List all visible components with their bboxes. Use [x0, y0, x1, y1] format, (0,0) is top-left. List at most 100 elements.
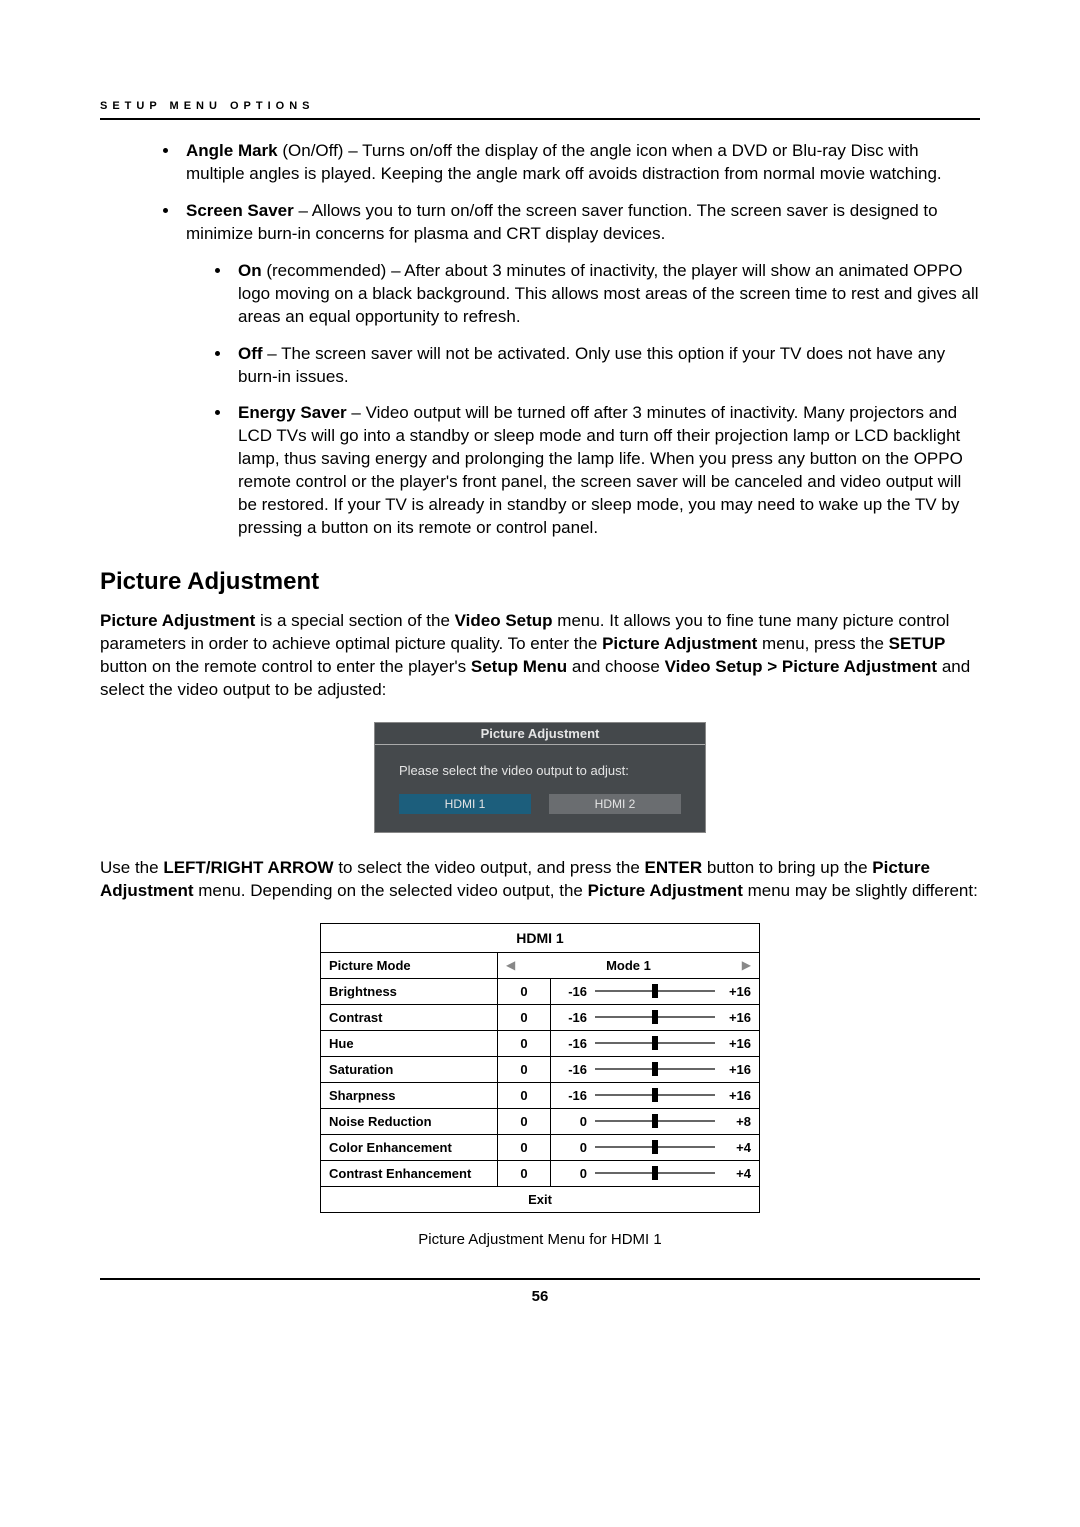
- header-rule: [100, 118, 980, 120]
- table-row-mode: Picture Mode ◀ Mode 1 ▶: [321, 952, 760, 978]
- text-part: button to bring up the: [702, 858, 872, 877]
- text-part: and choose: [567, 657, 664, 676]
- text-part: button on the remote control to enter th…: [100, 657, 471, 676]
- row-label: Contrast: [321, 1004, 498, 1030]
- slider-max: +4: [723, 1140, 751, 1155]
- text-part: is a special section of the: [255, 611, 454, 630]
- slider-min: -16: [559, 1062, 587, 1077]
- text-part: Picture Adjustment: [100, 611, 255, 630]
- slider-min: -16: [559, 984, 587, 999]
- sub-title: Off: [238, 344, 263, 363]
- text-part: SETUP: [889, 634, 946, 653]
- text-part: Picture Adjustment: [588, 881, 743, 900]
- text-part: menu. Depending on the selected video ou…: [194, 881, 588, 900]
- slider-min: -16: [559, 1010, 587, 1025]
- slider-max: +16: [723, 984, 751, 999]
- hdmi-adjustment-table: HDMI 1 Picture Mode ◀ Mode 1 ▶ Brightnes…: [320, 923, 760, 1213]
- row-label: Saturation: [321, 1056, 498, 1082]
- text-part: ENTER: [645, 858, 703, 877]
- row-label: Picture Mode: [321, 952, 498, 978]
- sub-option-off: Off – The screen saver will not be activ…: [232, 343, 980, 389]
- option-title: Screen Saver: [186, 201, 294, 220]
- text-part: menu, press the: [757, 634, 888, 653]
- intro-paragraph: Picture Adjustment is a special section …: [100, 610, 980, 702]
- table-row: Noise Reduction00+8: [321, 1108, 760, 1134]
- table-row: Sharpness0 -16 +16: [321, 1082, 760, 1108]
- sub-title: Energy Saver: [238, 403, 347, 422]
- text-part: Video Setup: [455, 611, 553, 630]
- table-row: Brightness0 -16 +16: [321, 978, 760, 1004]
- row-value: 0: [498, 978, 551, 1004]
- hdmi2-button[interactable]: HDMI 2: [549, 794, 681, 814]
- chevron-left-icon[interactable]: ◀: [506, 958, 515, 972]
- option-title: Angle Mark: [186, 141, 278, 160]
- table-row: Contrast0 -16 +16: [321, 1004, 760, 1030]
- slider-max: +16: [723, 1036, 751, 1051]
- slider-min: 0: [559, 1166, 587, 1181]
- table-row: Hue0 -16 +16: [321, 1030, 760, 1056]
- chevron-right-icon[interactable]: ▶: [742, 958, 751, 972]
- table-row: Contrast Enhancement00+4: [321, 1160, 760, 1186]
- mode-value: Mode 1: [606, 958, 651, 973]
- slider-min: 0: [559, 1114, 587, 1129]
- option-angle-mark: Angle Mark (On/Off) – Turns on/off the d…: [180, 140, 980, 186]
- sub-option-energy-saver: Energy Saver – Video output will be turn…: [232, 402, 980, 540]
- row-value: 0: [498, 1160, 551, 1186]
- sub-title: On: [238, 261, 262, 280]
- text-part: Setup Menu: [471, 657, 567, 676]
- slider[interactable]: 0 +4: [559, 1140, 751, 1155]
- exit-button[interactable]: Exit: [321, 1186, 760, 1212]
- slider-max: +16: [723, 1062, 751, 1077]
- sub-text: – Video output will be turned off after …: [238, 403, 963, 537]
- second-paragraph: Use the LEFT/RIGHT ARROW to select the v…: [100, 857, 980, 903]
- text-part: Video Setup > Picture Adjustment: [665, 657, 938, 676]
- slider[interactable]: 0 +4: [559, 1166, 751, 1181]
- table-caption: Picture Adjustment Menu for HDMI 1: [100, 1231, 980, 1248]
- slider-max: +8: [723, 1114, 751, 1129]
- page-number: 56: [100, 1288, 980, 1305]
- slider-min: -16: [559, 1036, 587, 1051]
- row-value: 0: [498, 1134, 551, 1160]
- row-label: Contrast Enhancement: [321, 1160, 498, 1186]
- row-value: 0: [498, 1004, 551, 1030]
- row-value: 0: [498, 1082, 551, 1108]
- row-value: 0: [498, 1030, 551, 1056]
- slider-min: 0: [559, 1140, 587, 1155]
- slider[interactable]: 0 +8: [559, 1114, 751, 1129]
- text-part: menu may be slightly different:: [743, 881, 978, 900]
- text-part: Use the: [100, 858, 163, 877]
- table-row: Saturation0 -16 +16: [321, 1056, 760, 1082]
- sub-sub: (recommended): [266, 261, 386, 280]
- screen-saver-sublist: On (recommended) – After about 3 minutes…: [186, 260, 980, 540]
- sub-text: – The screen saver will not be activated…: [238, 344, 945, 386]
- slider-max: +16: [723, 1010, 751, 1025]
- row-label: Color Enhancement: [321, 1134, 498, 1160]
- row-label: Brightness: [321, 978, 498, 1004]
- table-title: HDMI 1: [321, 923, 760, 952]
- slider[interactable]: -16 +16: [559, 1088, 751, 1103]
- row-label: Hue: [321, 1030, 498, 1056]
- hdmi1-button[interactable]: HDMI 1: [399, 794, 531, 814]
- footer-rule: [100, 1278, 980, 1280]
- slider-min: -16: [559, 1088, 587, 1103]
- slider[interactable]: -16 +16: [559, 1062, 751, 1077]
- option-sub: (On/Off): [282, 141, 343, 160]
- section-heading: Picture Adjustment: [100, 568, 980, 596]
- row-value: 0: [498, 1108, 551, 1134]
- table-row: Color Enhancement00+4: [321, 1134, 760, 1160]
- text-part: to select the video output, and press th…: [334, 858, 645, 877]
- page-header-label: SETUP MENU OPTIONS: [100, 100, 980, 112]
- slider[interactable]: -16 +16: [559, 984, 751, 999]
- sub-option-on: On (recommended) – After about 3 minutes…: [232, 260, 980, 329]
- option-screen-saver: Screen Saver – Allows you to turn on/off…: [180, 200, 980, 540]
- slider-max: +4: [723, 1166, 751, 1181]
- slider[interactable]: -16 +16: [559, 1036, 751, 1051]
- dialog-title: Picture Adjustment: [375, 723, 705, 745]
- options-list: Angle Mark (On/Off) – Turns on/off the d…: [100, 140, 980, 540]
- row-value: 0: [498, 1056, 551, 1082]
- row-label: Noise Reduction: [321, 1108, 498, 1134]
- text-part: Picture Adjustment: [602, 634, 757, 653]
- slider-max: +16: [723, 1088, 751, 1103]
- row-label: Sharpness: [321, 1082, 498, 1108]
- slider[interactable]: -16 +16: [559, 1010, 751, 1025]
